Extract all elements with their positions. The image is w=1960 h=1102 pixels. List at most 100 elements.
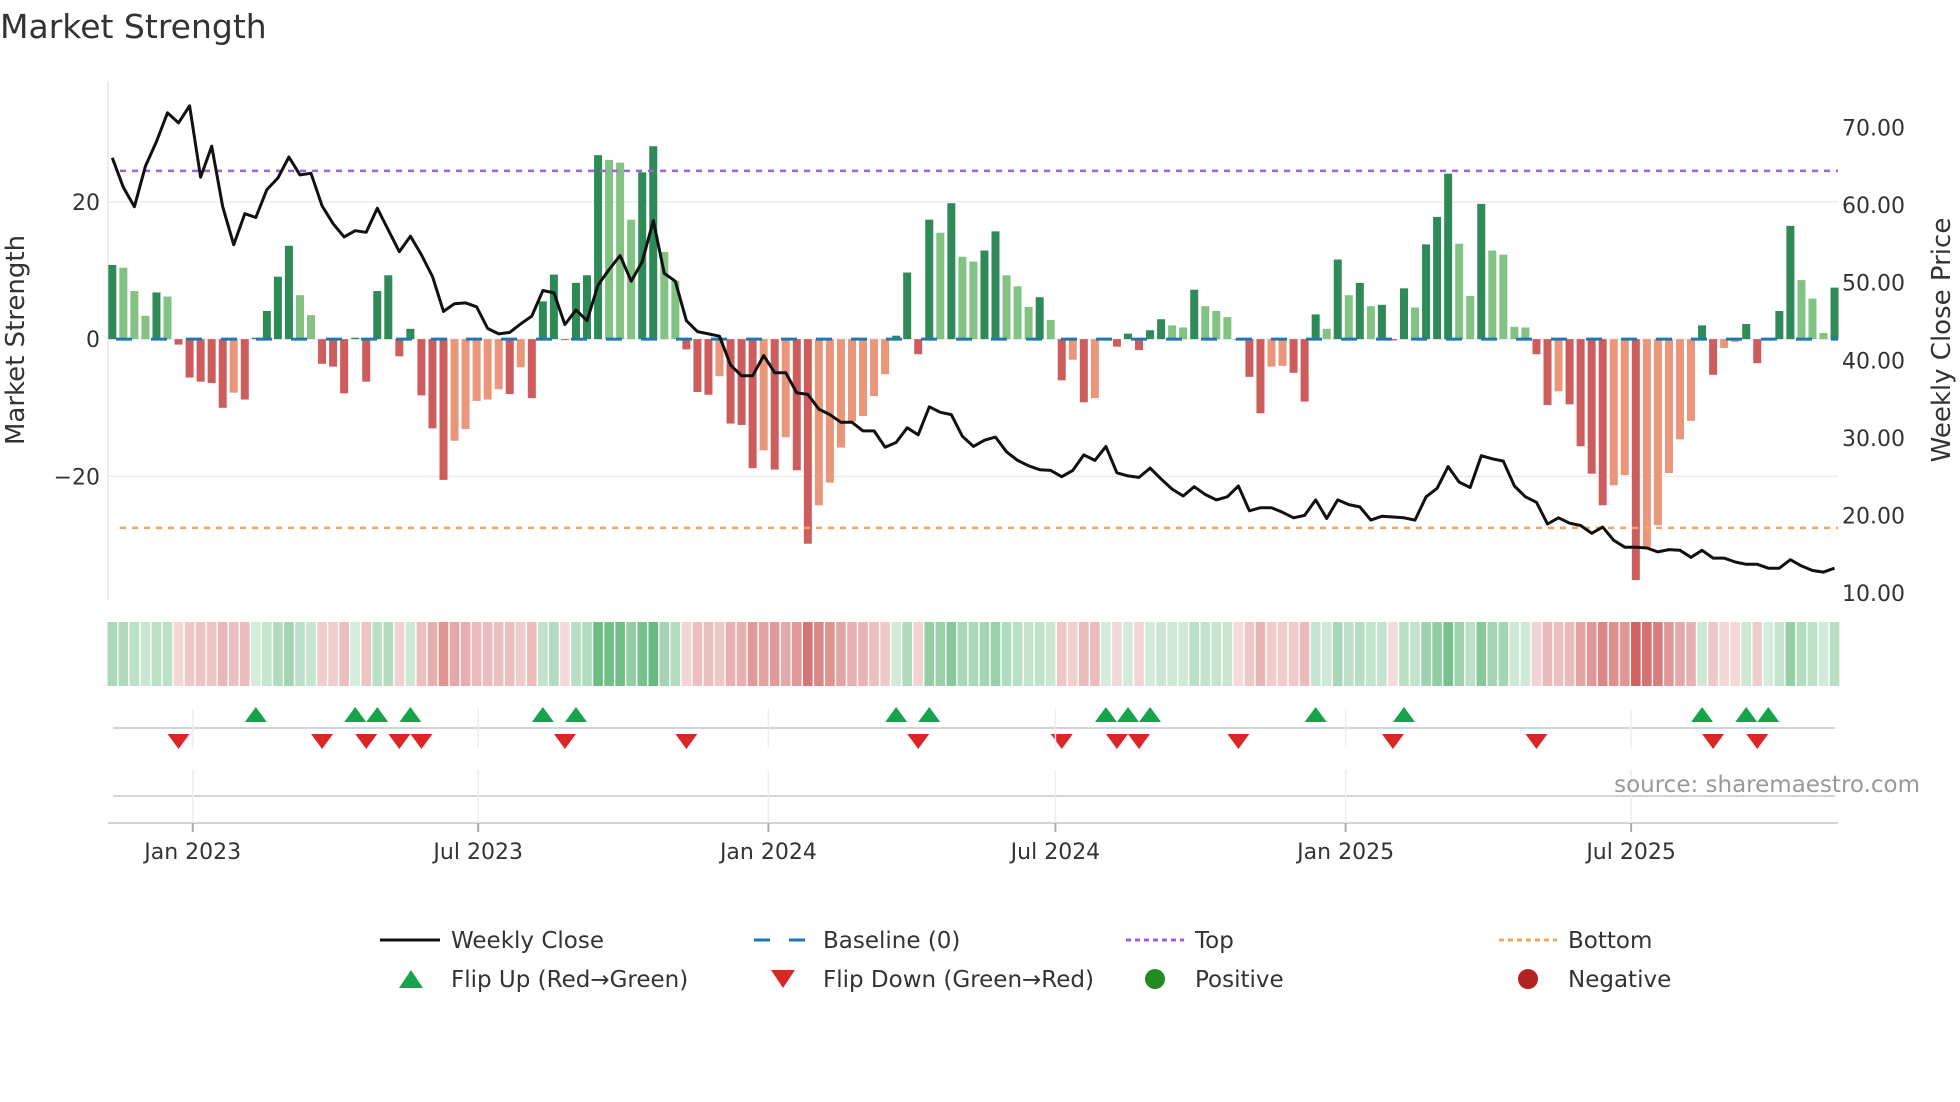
strength-bar bbox=[1046, 319, 1055, 340]
strip-cell bbox=[791, 622, 802, 686]
strip-cell bbox=[1675, 622, 1685, 686]
strength-bar bbox=[1532, 339, 1541, 355]
strength-bar bbox=[1830, 287, 1839, 340]
strip-cell bbox=[339, 622, 349, 686]
strength-bar bbox=[1278, 339, 1287, 366]
strip-cell bbox=[1421, 622, 1431, 686]
strip-cell bbox=[449, 622, 460, 686]
circle-green-icon bbox=[1145, 969, 1165, 989]
strength-bar bbox=[229, 339, 238, 393]
strip-cell bbox=[1090, 622, 1100, 686]
strip-cell bbox=[1752, 622, 1763, 686]
strip-cell bbox=[604, 622, 614, 686]
strip-cell bbox=[317, 622, 327, 686]
strength-bar bbox=[969, 261, 978, 340]
strength-bar bbox=[1024, 306, 1033, 340]
legend-item: Flip Down (Green→Red) bbox=[771, 967, 1094, 993]
strip-cell bbox=[1564, 622, 1575, 686]
y2-tick-label: 30.00 bbox=[1842, 427, 1905, 452]
strength-bar bbox=[814, 339, 823, 506]
flip-up-marker bbox=[244, 707, 267, 722]
strip-cell bbox=[372, 622, 383, 686]
strip-cell bbox=[482, 622, 493, 686]
strip-cell bbox=[1664, 622, 1674, 686]
strength-bar bbox=[141, 315, 150, 340]
strip-cell bbox=[1244, 622, 1255, 686]
strip-cell bbox=[1454, 622, 1464, 686]
strip-cell bbox=[1211, 622, 1222, 686]
strip-cell bbox=[1796, 622, 1807, 686]
strip-cell bbox=[206, 622, 217, 686]
strip-cell bbox=[493, 622, 504, 686]
strip-cell bbox=[880, 622, 890, 686]
flip-down-marker bbox=[1128, 734, 1151, 749]
right-axis-title: Weekly Close Price bbox=[1927, 218, 1957, 463]
strength-bar bbox=[682, 339, 691, 350]
flip-down-marker bbox=[1105, 734, 1128, 749]
strength-bar bbox=[1179, 327, 1188, 340]
flip-down-marker bbox=[1050, 734, 1073, 749]
strength-bar bbox=[1521, 327, 1530, 340]
strip-cell bbox=[1145, 622, 1155, 686]
flip-down-marker bbox=[410, 734, 433, 749]
strength-bar bbox=[925, 219, 934, 340]
y-tick-label: 20 bbox=[72, 191, 100, 216]
strength-bar bbox=[903, 272, 912, 340]
strip-cell bbox=[184, 622, 195, 686]
strip-cell bbox=[1686, 622, 1696, 686]
strip-cell bbox=[869, 622, 879, 686]
strength-bar bbox=[836, 339, 845, 448]
strip-cell bbox=[1774, 622, 1785, 686]
strength-bar bbox=[1455, 243, 1464, 340]
flip-down-marker bbox=[1525, 734, 1548, 749]
strip-cell bbox=[560, 622, 570, 686]
strip-cell bbox=[681, 622, 692, 686]
strip-cell bbox=[935, 622, 946, 686]
y2-tick-label: 20.00 bbox=[1842, 504, 1905, 529]
strength-bar bbox=[1399, 288, 1408, 340]
strip-cell bbox=[1476, 622, 1487, 686]
strength-bar bbox=[1322, 328, 1331, 340]
strength-bar bbox=[1620, 339, 1629, 476]
flip-up-marker bbox=[1304, 707, 1327, 722]
strength-bar bbox=[1057, 339, 1066, 381]
strength-bar bbox=[1422, 244, 1431, 340]
strength-bar bbox=[1157, 319, 1166, 340]
strip-cell bbox=[1697, 622, 1707, 686]
strength-bar bbox=[1355, 282, 1364, 340]
strip-cell bbox=[1321, 622, 1332, 686]
strength-bar bbox=[1653, 339, 1662, 526]
strength-bar bbox=[1411, 307, 1420, 340]
strength-bar bbox=[152, 292, 161, 340]
strength-bar bbox=[1554, 339, 1563, 392]
strength-bar bbox=[450, 339, 459, 441]
legend-item: Weekly Close bbox=[380, 928, 604, 954]
strip-cell bbox=[1807, 622, 1818, 686]
strength-bar bbox=[1256, 339, 1265, 414]
strength-bar bbox=[1013, 286, 1022, 340]
strength-bar bbox=[472, 339, 481, 401]
strength-bar bbox=[1068, 339, 1077, 360]
strength-bar bbox=[1168, 325, 1177, 340]
strip-cell bbox=[273, 622, 283, 686]
strip-cell bbox=[350, 622, 360, 686]
strength-bar bbox=[649, 146, 658, 340]
strip-cell bbox=[549, 622, 559, 686]
legend-label: Positive bbox=[1195, 967, 1284, 993]
y2-tick-label: 60.00 bbox=[1842, 194, 1905, 219]
strip-cell bbox=[1509, 622, 1520, 686]
x-tick-label: Jul 2023 bbox=[431, 840, 523, 865]
strength-bar bbox=[329, 339, 338, 367]
strip-cell bbox=[626, 622, 636, 686]
strength-bar bbox=[1499, 254, 1508, 340]
strip-cell bbox=[394, 622, 405, 686]
strip-cell bbox=[438, 622, 449, 686]
strip-cell bbox=[957, 622, 968, 686]
strip-cell bbox=[670, 622, 681, 686]
strength-bar bbox=[1123, 333, 1132, 340]
strength-bar bbox=[1576, 339, 1585, 447]
strip-cell bbox=[538, 622, 548, 686]
strip-cell bbox=[1608, 622, 1619, 686]
right-axis-ticks: 70.00 60.00 50.00 40.00 30.00 20.00 10.00 bbox=[1842, 117, 1905, 607]
strip-cell bbox=[1056, 622, 1067, 686]
